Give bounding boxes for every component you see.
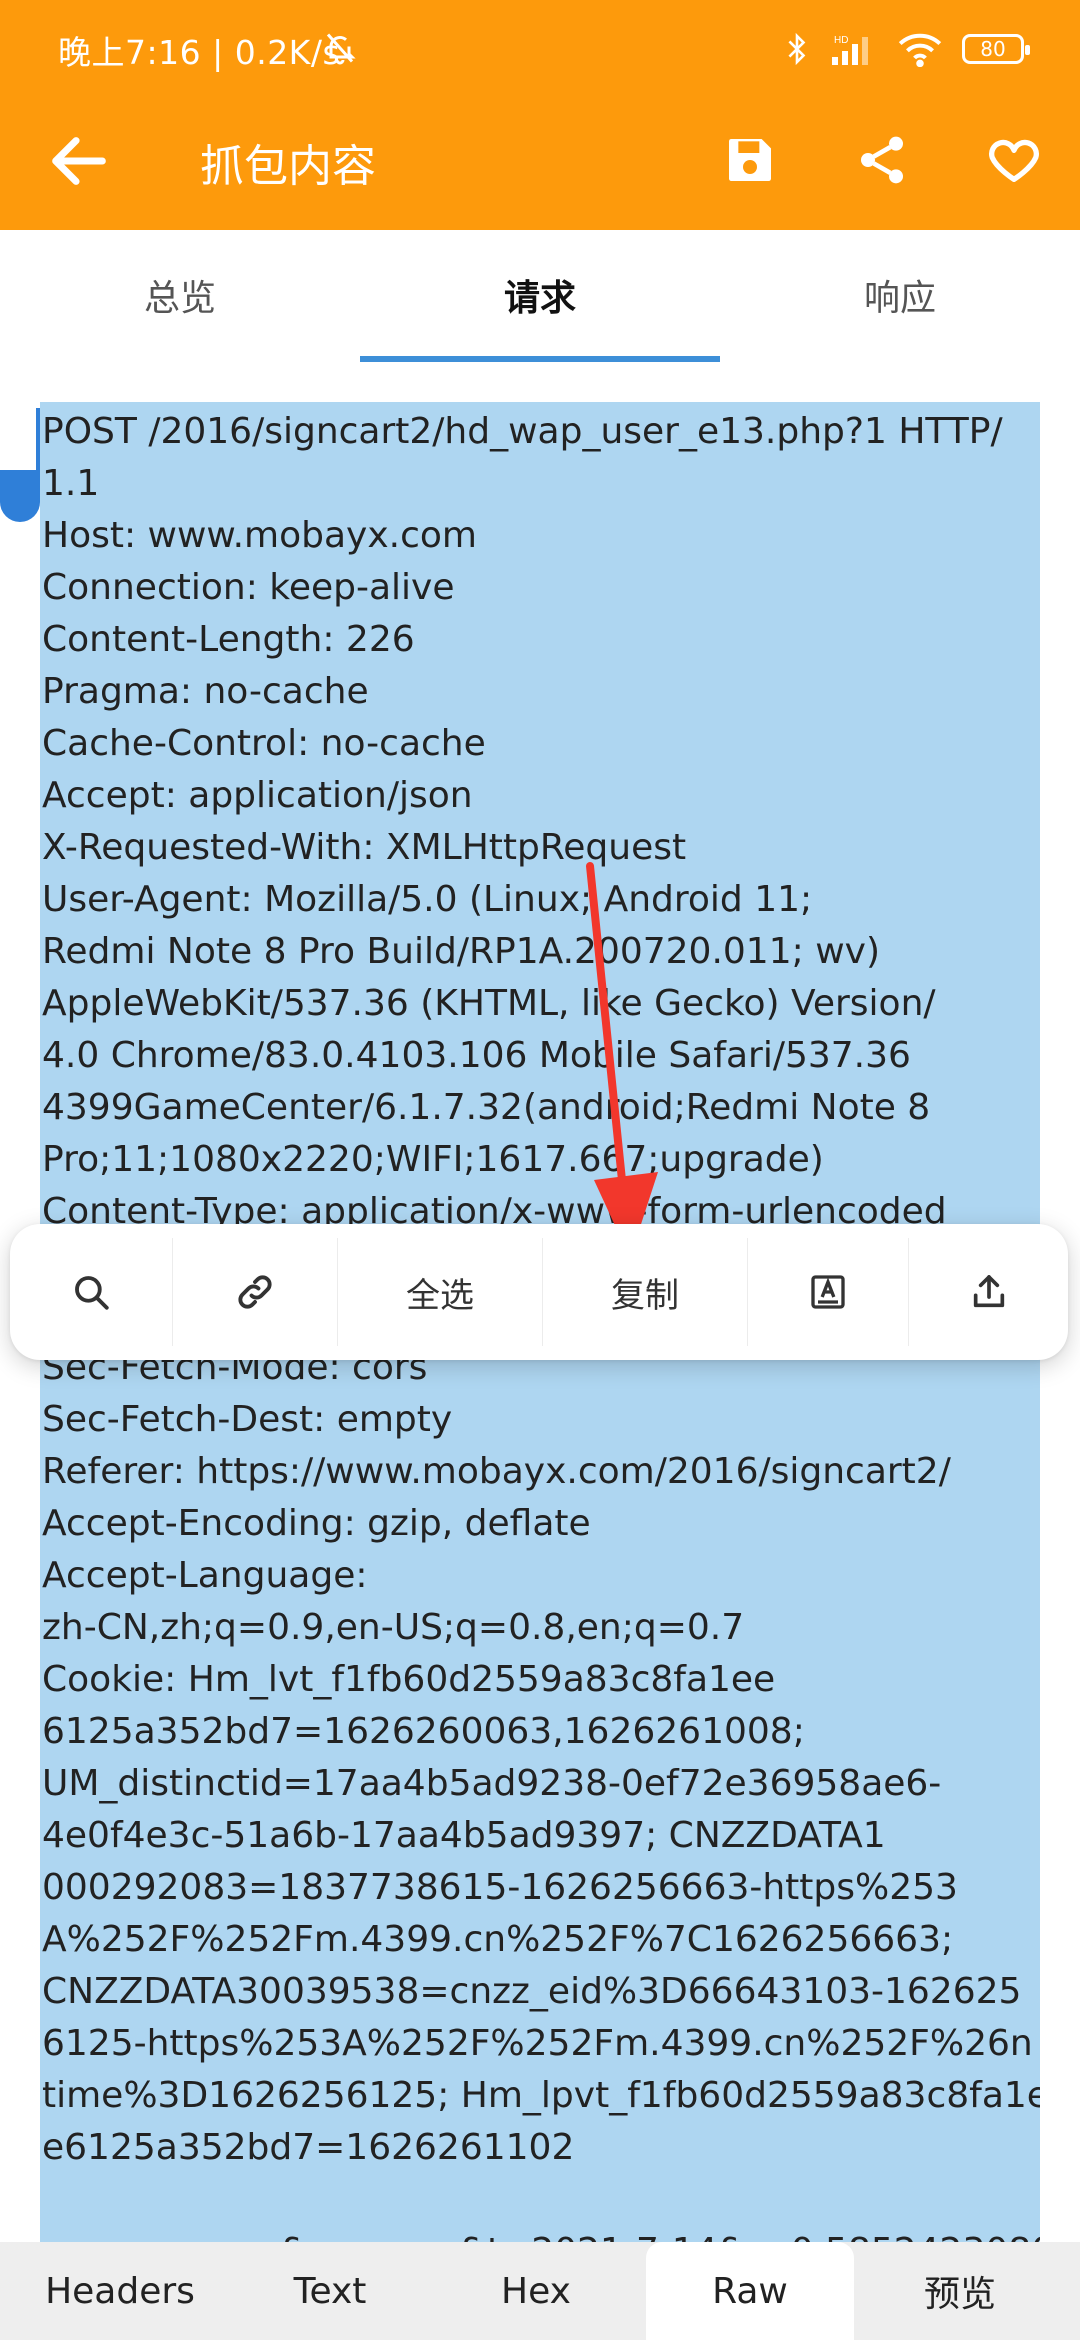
text-line: A%252F%252Fm.4399.cn%252F%7C1626256663;: [42, 1919, 954, 1960]
text-line: Cache-Control: no-cache: [42, 723, 486, 764]
page-title: 抓包内容: [200, 141, 376, 192]
text-line: Accept: application/json: [42, 775, 473, 816]
tab-indicator: [360, 356, 720, 362]
bottom-tab-bar: Headers Text Hex Raw 预览: [0, 2242, 1080, 2340]
text-line: 4e0f4e3c-51a6b-17aa4b5ad9397; CNZZDATA1: [42, 1815, 886, 1856]
text-line: Accept-Encoding: gzip, deflate: [42, 1503, 591, 1544]
bottom-tab-raw[interactable]: Raw: [646, 2242, 854, 2340]
link-icon: [238, 1275, 272, 1309]
text-line: Content-Length: 226: [42, 619, 415, 660]
tab-overview[interactable]: 总览: [0, 230, 360, 360]
text-line: Pro;11;1080x2220;WIFI;1617.667;upgrade): [42, 1139, 824, 1180]
tab-response[interactable]: 响应: [720, 230, 1080, 360]
status-icons: HD 80: [784, 24, 1030, 74]
tab-bar: 总览 请求 响应: [0, 230, 1080, 360]
link-button[interactable]: [173, 1224, 337, 1360]
mute-bell-icon: [326, 33, 356, 65]
text-selection-menu: 全选 复制: [10, 1224, 1068, 1360]
export-button[interactable]: [909, 1224, 1068, 1360]
text-line: 6125-https%253A%252F%252Fm.4399.cn%252F%…: [42, 2023, 1033, 2064]
bottom-tab-hex[interactable]: Hex: [436, 2242, 636, 2340]
signal-icon: HD: [832, 35, 868, 65]
status-time: 晚上7:16 | 0.2K/s: [58, 33, 341, 72]
search-icon: [75, 1276, 109, 1310]
text-line: Referer: https://www.mobayx.com/2016/sig…: [42, 1451, 951, 1492]
upload-icon: [973, 1275, 1004, 1308]
status-bar: 晚上7:16 | 0.2K/s HD 80: [0, 0, 1080, 100]
text-line: 1.1: [42, 463, 100, 504]
text-line: UM_distinctid=17aa4b5ad9238-0ef72e36958a…: [42, 1763, 942, 1804]
text-line: time%3D1626256125; Hm_lpvt_f1fb60d2559a8…: [42, 2075, 1040, 2116]
app-bar: 晚上7:16 | 0.2K/s HD 80 抓包内容: [0, 0, 1080, 230]
text-box-icon: [811, 1275, 845, 1309]
tab-request[interactable]: 请求: [360, 230, 720, 360]
text-recognize-button[interactable]: [748, 1224, 908, 1360]
text-line: Sec-Fetch-Dest: empty: [42, 1399, 453, 1440]
text-line: Redmi Note 8 Pro Build/RP1A.200720.011; …: [42, 931, 880, 972]
text-line: CNZZDATA30039538=cnzz_eid%3D66643103-162…: [42, 1971, 1022, 2012]
select-all-button[interactable]: 全选: [338, 1224, 542, 1360]
text-line: e6125a352bd7=1626261102: [42, 2127, 575, 2168]
text-line: zh-CN,zh;q=0.9,en-US;q=0.8,en;q=0.7: [42, 1607, 745, 1648]
search-button[interactable]: [10, 1224, 172, 1360]
toolbar: 抓包内容: [0, 100, 1080, 230]
text-line: Accept-Language:: [42, 1555, 368, 1596]
save-button[interactable]: [712, 122, 788, 198]
bluetooth-icon: [788, 32, 806, 66]
text-line: Pragma: no-cache: [42, 671, 369, 712]
text-line: 000292083=1837738615-1626256663-https%25…: [42, 1867, 958, 1908]
bottom-tab-text[interactable]: Text: [240, 2242, 420, 2340]
text-line: 6125a352bd7=1626260063,1626261008;: [42, 1711, 805, 1752]
text-line: Cookie: Hm_lvt_f1fb60d2559a83c8fa1ee: [42, 1659, 776, 1700]
text-line: Connection: keep-alive: [42, 567, 455, 608]
battery-level: 80: [980, 37, 1006, 61]
wifi-icon: [898, 33, 942, 67]
text-line: [42, 2174, 1040, 2226]
text-line: X-Requested-With: XMLHttpRequest: [42, 827, 687, 868]
heart-icon: [989, 139, 1039, 182]
share-icon: [861, 136, 903, 184]
favorite-button[interactable]: [976, 122, 1052, 198]
text-line: 4399GameCenter/6.1.7.32(android;Redmi No…: [42, 1087, 931, 1128]
back-arrow-icon[interactable]: [44, 126, 114, 196]
text-line: AppleWebKit/537.36 (KHTML, like Gecko) V…: [42, 983, 936, 1024]
battery-indicator: 80: [962, 34, 1030, 64]
text-line: Host: www.mobayx.com: [42, 515, 477, 556]
bottom-tab-preview[interactable]: 预览: [860, 2242, 1060, 2340]
text-line: User-Agent: Mozilla/5.0 (Linux; Android …: [42, 879, 813, 920]
red-arrow-annotation: [586, 862, 658, 1258]
text-line: POST /2016/signcart2/hd_wap_user_e13.php…: [42, 411, 1003, 452]
selection-start-handle[interactable]: [36, 408, 40, 474]
copy-button[interactable]: 复制: [543, 1224, 747, 1360]
text-line: 4.0 Chrome/83.0.4103.106 Mobile Safari/5…: [42, 1035, 911, 1076]
share-button[interactable]: [844, 122, 920, 198]
bottom-tab-headers[interactable]: Headers: [0, 2242, 240, 2340]
svg-text:HD: HD: [834, 35, 848, 46]
selection-start-handle-knob[interactable]: [0, 470, 40, 522]
save-icon: [729, 139, 771, 181]
